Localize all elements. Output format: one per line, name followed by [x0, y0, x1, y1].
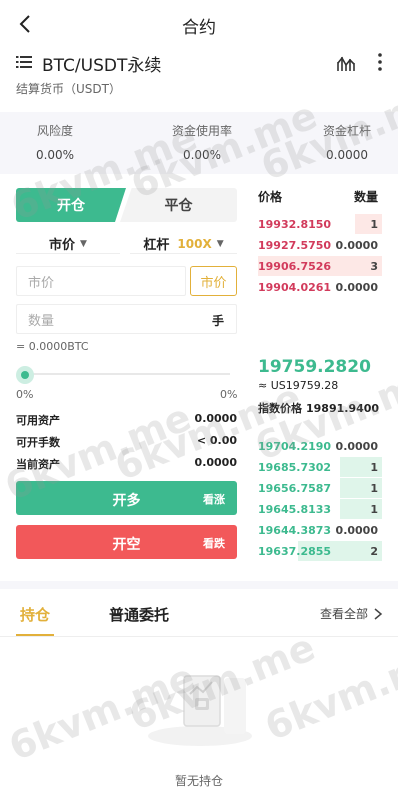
watermark: 6kvm.me [258, 634, 398, 750]
bid-quantity: 1 [370, 482, 378, 495]
fund-leverage-value: 0.0000 [326, 148, 368, 162]
openable-value: < 0.00 [196, 434, 237, 447]
open-short-sub: 看跌 [203, 537, 225, 550]
view-all-link[interactable]: 查看全部 [320, 605, 384, 622]
chevron-right-icon [374, 607, 383, 620]
ask-row[interactable]: 19906.7526 3 [258, 256, 382, 276]
order-type-select[interactable]: 市价 ▼ [16, 234, 120, 254]
fund-usage-label: 资金使用率 [171, 124, 232, 138]
view-all-label: 查看全部 [319, 607, 368, 621]
bid-quantity: 0.0000 [335, 440, 378, 453]
bid-price: 19656.7587 [258, 482, 332, 495]
kline-chart-icon[interactable] [336, 53, 356, 73]
bid-price: 19704.2190 [258, 440, 332, 453]
section-divider [0, 581, 398, 589]
tab-positions[interactable]: 持仓 [20, 604, 50, 625]
open-long-button[interactable]: 开多 看涨 [16, 481, 237, 515]
quantity-unit: 手 [211, 314, 224, 328]
bid-price: 19644.3873 [258, 524, 332, 537]
orderbook-header: 价格 数量 [258, 188, 382, 205]
index-price-value: 19891.9400 [306, 402, 380, 415]
risk-degree: 风险度 0.00% [20, 122, 90, 162]
bid-row[interactable]: 19645.8133 1 [258, 499, 382, 519]
ask-row[interactable]: 19904.0261 0.0000 [258, 277, 382, 297]
leverage-label: 杠杆 [143, 238, 170, 253]
settlement-currency: 结算货币（USDT） [16, 82, 121, 96]
fund-usage-value: 0.00% [182, 148, 222, 162]
ask-quantity: 3 [370, 260, 378, 273]
index-price-label: 指数价格 [258, 402, 302, 415]
last-price-usd: ≈ US19759.28 [258, 379, 339, 392]
order-type-value: 市价 [49, 238, 76, 253]
fund-leverage-label: 资金杠杆 [322, 124, 371, 138]
more-vertical-icon[interactable] [374, 52, 386, 72]
leverage-value: 100X [177, 236, 212, 251]
ask-price: 19927.5750 [258, 239, 332, 252]
ask-row[interactable]: 19932.8150 1 [258, 214, 382, 234]
tabs-bottom-border [0, 636, 398, 637]
ask-quantity: 1 [370, 218, 378, 231]
market-price-button[interactable]: 市价 [190, 266, 237, 296]
bid-price: 19685.7302 [258, 461, 332, 474]
bid-quantity: 2 [370, 545, 378, 558]
symbol-name[interactable]: BTC/USDT永续 [42, 51, 161, 76]
amount-slider-handle[interactable] [16, 366, 34, 384]
btc-equivalent: = 0.0000BTC [16, 340, 89, 353]
fund-leverage: 资金杠杆 0.0000 [312, 122, 382, 162]
order-tabs: 开仓 平仓 [16, 188, 237, 222]
quantity-input[interactable]: 数量 手 [16, 304, 237, 334]
slider-max-label: 0% [220, 388, 238, 401]
caret-down-icon: ▼ [80, 238, 87, 249]
last-price: 19759.2820 [258, 357, 371, 377]
orderbook-price-header: 价格 [258, 190, 283, 204]
leverage-select[interactable]: 杠杆 100X ▼ [130, 234, 237, 254]
openable-lots-row: 可开手数 < 0.00 [16, 434, 237, 452]
current-assets-row: 当前资产 0.0000 [16, 456, 237, 474]
fund-usage: 资金使用率 0.00% [160, 122, 244, 162]
page-title: 合约 [182, 18, 216, 38]
ask-quantity: 0.0000 [335, 239, 378, 252]
bid-row[interactable]: 19685.7302 1 [258, 457, 382, 477]
ask-price: 19904.0261 [258, 281, 332, 294]
bid-quantity: 1 [370, 503, 378, 516]
ask-quantity: 0.0000 [335, 281, 378, 294]
current-label: 当前资产 [16, 458, 60, 471]
available-value: 0.0000 [194, 412, 237, 425]
bid-quantity: 1 [370, 461, 378, 474]
available-label: 可用资产 [16, 414, 60, 427]
bid-row[interactable]: 19704.2190 0.0000 [258, 436, 382, 456]
price-input[interactable]: 市价 [16, 266, 186, 296]
bid-price: 19637.2855 [258, 545, 332, 558]
ask-price: 19932.8150 [258, 218, 332, 231]
slider-min-label: 0% [16, 388, 34, 401]
current-value: 0.0000 [194, 456, 237, 469]
empty-box-icon [148, 675, 252, 746]
available-assets-row: 可用资产 0.0000 [16, 412, 237, 430]
risk-degree-label: 风险度 [36, 124, 73, 138]
open-short-button[interactable]: 开空 看跌 [16, 525, 237, 559]
openable-label: 可开手数 [16, 436, 60, 449]
quantity-placeholder: 数量 [28, 313, 55, 329]
bid-row[interactable]: 19656.7587 1 [258, 478, 382, 498]
tab-close-position[interactable]: 平仓 [120, 188, 237, 222]
empty-positions-text: 暂无持仓 [174, 774, 223, 788]
risk-summary: 风险度 0.00% 资金使用率 0.00% 资金杠杆 0.0000 [0, 112, 398, 174]
risk-degree-value: 0.00% [35, 148, 75, 162]
caret-down-icon: ▼ [216, 238, 224, 249]
orderbook-qty-header: 数量 [353, 190, 378, 204]
open-long-sub: 看涨 [203, 493, 225, 506]
bid-row[interactable]: 19644.3873 0.0000 [258, 520, 382, 540]
symbol-row: BTC/USDT永续 [16, 50, 386, 76]
tab-open-position[interactable]: 开仓 [16, 188, 126, 222]
amount-slider-track[interactable] [24, 373, 230, 375]
bid-quantity: 0.0000 [335, 524, 378, 537]
bid-price: 19645.8133 [258, 503, 332, 516]
app-header: 合约 [0, 0, 398, 48]
ask-row[interactable]: 19927.5750 0.0000 [258, 235, 382, 255]
tab-normal-orders[interactable]: 普通委托 [109, 604, 169, 625]
ask-price: 19906.7526 [258, 260, 332, 273]
index-price: 指数价格 19891.9400 [258, 400, 379, 416]
bid-row[interactable]: 19637.2855 2 [258, 541, 382, 561]
list-menu-icon[interactable] [16, 54, 32, 70]
